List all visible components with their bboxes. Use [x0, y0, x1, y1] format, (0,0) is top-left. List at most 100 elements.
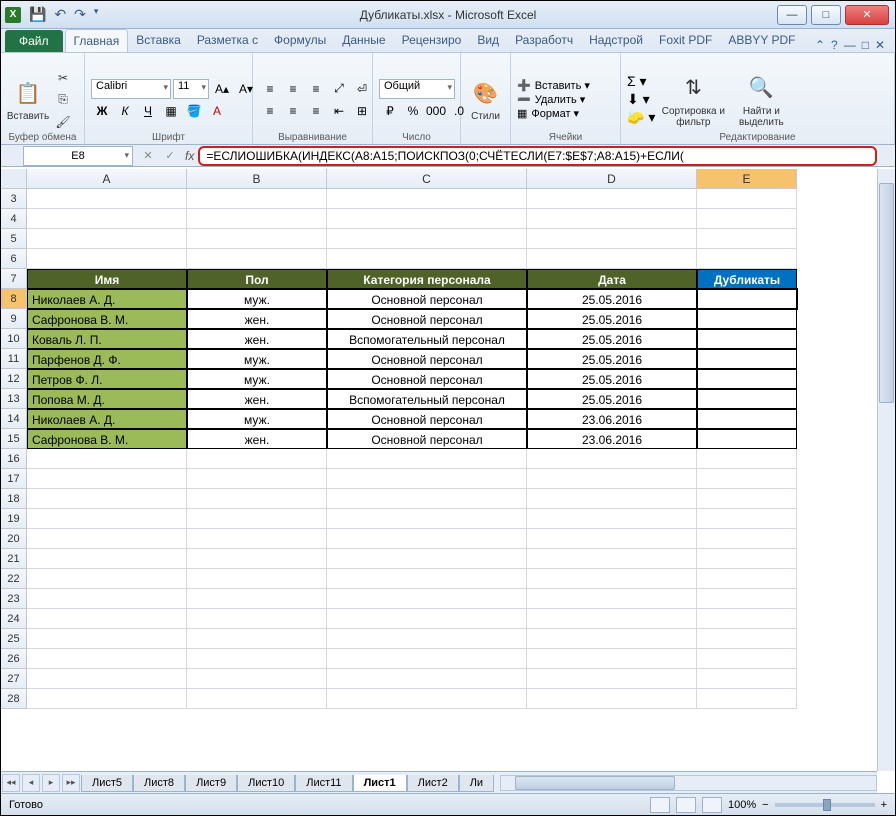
row-header[interactable]: 22 — [1, 569, 27, 589]
format-cells-button[interactable]: ▦Формат ▾ — [517, 107, 590, 120]
cell-C12[interactable]: Основной персонал — [327, 369, 527, 389]
cell-E12[interactable] — [697, 369, 797, 389]
cell-C26[interactable] — [327, 649, 527, 669]
cell-B25[interactable] — [187, 629, 327, 649]
tab-abbyy pdf[interactable]: ABBYY PDF — [720, 29, 803, 52]
sheet-tab-Лист1[interactable]: Лист1 — [353, 775, 407, 792]
number-format-combo[interactable]: Общий — [379, 79, 455, 99]
cell-E13[interactable] — [697, 389, 797, 409]
cell-B18[interactable] — [187, 489, 327, 509]
comma-icon[interactable]: 000 — [425, 101, 447, 121]
cell-E8[interactable] — [697, 289, 797, 309]
row-header[interactable]: 5 — [1, 229, 27, 249]
view-normal-icon[interactable] — [650, 797, 670, 813]
cell-A10[interactable]: Коваль Л. П. — [27, 329, 187, 349]
col-header-B[interactable]: B — [187, 169, 327, 189]
col-header-C[interactable]: C — [327, 169, 527, 189]
cell-C25[interactable] — [327, 629, 527, 649]
format-painter-icon[interactable]: 🖌 — [53, 112, 73, 132]
tab-данные[interactable]: Данные — [334, 29, 393, 52]
sheet-nav-next[interactable]: ▸ — [42, 774, 60, 792]
row-header[interactable]: 8 — [1, 289, 27, 309]
cell-B11[interactable]: муж. — [187, 349, 327, 369]
view-break-icon[interactable] — [702, 797, 722, 813]
cell-E19[interactable] — [697, 509, 797, 529]
indent-dec-icon[interactable]: ⇤ — [328, 101, 350, 121]
doc-minimize-icon[interactable]: — — [844, 38, 856, 52]
cell-A16[interactable] — [27, 449, 187, 469]
cell-B26[interactable] — [187, 649, 327, 669]
sheet-nav-last[interactable]: ▸▸ — [62, 774, 80, 792]
cell-B12[interactable]: муж. — [187, 369, 327, 389]
cell-E6[interactable] — [697, 249, 797, 269]
sheet-tab-Лист9[interactable]: Лист9 — [185, 775, 237, 792]
cell-B8[interactable]: муж. — [187, 289, 327, 309]
cell-A12[interactable]: Петров Ф. Л. — [27, 369, 187, 389]
vertical-scrollbar[interactable] — [877, 169, 895, 771]
cell-E27[interactable] — [697, 669, 797, 689]
cell-B9[interactable]: жен. — [187, 309, 327, 329]
row-header[interactable]: 16 — [1, 449, 27, 469]
cell-D4[interactable] — [527, 209, 697, 229]
cell-D10[interactable]: 25.05.2016 — [527, 329, 697, 349]
cell-A28[interactable] — [27, 689, 187, 709]
tab-главная[interactable]: Главная — [65, 29, 129, 52]
doc-restore-icon[interactable]: □ — [862, 38, 869, 52]
cell-D14[interactable]: 23.06.2016 — [527, 409, 697, 429]
row-header[interactable]: 17 — [1, 469, 27, 489]
clear-icon[interactable]: 🧽 ▾ — [627, 109, 655, 126]
cell-C9[interactable]: Основной персонал — [327, 309, 527, 329]
cell-D25[interactable] — [527, 629, 697, 649]
cell-D24[interactable] — [527, 609, 697, 629]
zoom-slider[interactable] — [775, 803, 875, 807]
cell-C11[interactable]: Основной персонал — [327, 349, 527, 369]
row-header[interactable]: 15 — [1, 429, 27, 449]
cell-C16[interactable] — [327, 449, 527, 469]
cell-C28[interactable] — [327, 689, 527, 709]
tab-вид[interactable]: Вид — [469, 29, 507, 52]
cell-E15[interactable] — [697, 429, 797, 449]
row-header[interactable]: 28 — [1, 689, 27, 709]
row-header[interactable]: 10 — [1, 329, 27, 349]
cell-A5[interactable] — [27, 229, 187, 249]
cell-B4[interactable] — [187, 209, 327, 229]
cell-D22[interactable] — [527, 569, 697, 589]
row-header[interactable]: 19 — [1, 509, 27, 529]
cell-C24[interactable] — [327, 609, 527, 629]
cell-E11[interactable] — [697, 349, 797, 369]
row-header[interactable]: 13 — [1, 389, 27, 409]
cell-B3[interactable] — [187, 189, 327, 209]
qat-dropdown-icon[interactable]: ▾ — [94, 6, 99, 23]
col-header-D[interactable]: D — [527, 169, 697, 189]
row-header[interactable]: 6 — [1, 249, 27, 269]
cell-C6[interactable] — [327, 249, 527, 269]
cell-C18[interactable] — [327, 489, 527, 509]
cell-A23[interactable] — [27, 589, 187, 609]
cell-A22[interactable] — [27, 569, 187, 589]
col-header-A[interactable]: A — [27, 169, 187, 189]
cell-A11[interactable]: Парфенов Д. Ф. — [27, 349, 187, 369]
row-header[interactable]: 12 — [1, 369, 27, 389]
cell-E25[interactable] — [697, 629, 797, 649]
cell-C7[interactable]: Категория персонала — [327, 269, 527, 289]
cell-C13[interactable]: Вспомогательный персонал — [327, 389, 527, 409]
delete-cells-button[interactable]: ➖Удалить ▾ — [517, 93, 590, 106]
cell-D20[interactable] — [527, 529, 697, 549]
copy-icon[interactable]: ⎘ — [53, 90, 73, 110]
row-header[interactable]: 9 — [1, 309, 27, 329]
sheet-tab-Лист8[interactable]: Лист8 — [133, 775, 185, 792]
sheet-tab-Лист5[interactable]: Лист5 — [81, 775, 133, 792]
cut-icon[interactable]: ✂ — [53, 68, 73, 88]
underline-button[interactable]: Ч — [137, 101, 159, 121]
qat-save[interactable]: 💾 — [29, 6, 46, 23]
align-left-icon[interactable]: ≡ — [259, 101, 281, 121]
cell-D9[interactable]: 25.05.2016 — [527, 309, 697, 329]
cell-D27[interactable] — [527, 669, 697, 689]
autosum-icon[interactable]: Σ ▾ — [627, 73, 655, 90]
tab-формулы[interactable]: Формулы — [266, 29, 334, 52]
doc-close-icon[interactable]: ✕ — [875, 38, 885, 52]
bold-button[interactable]: Ж — [91, 101, 113, 121]
cell-C5[interactable] — [327, 229, 527, 249]
cell-D7[interactable]: Дата — [527, 269, 697, 289]
cell-E7[interactable]: Дубликаты — [697, 269, 797, 289]
